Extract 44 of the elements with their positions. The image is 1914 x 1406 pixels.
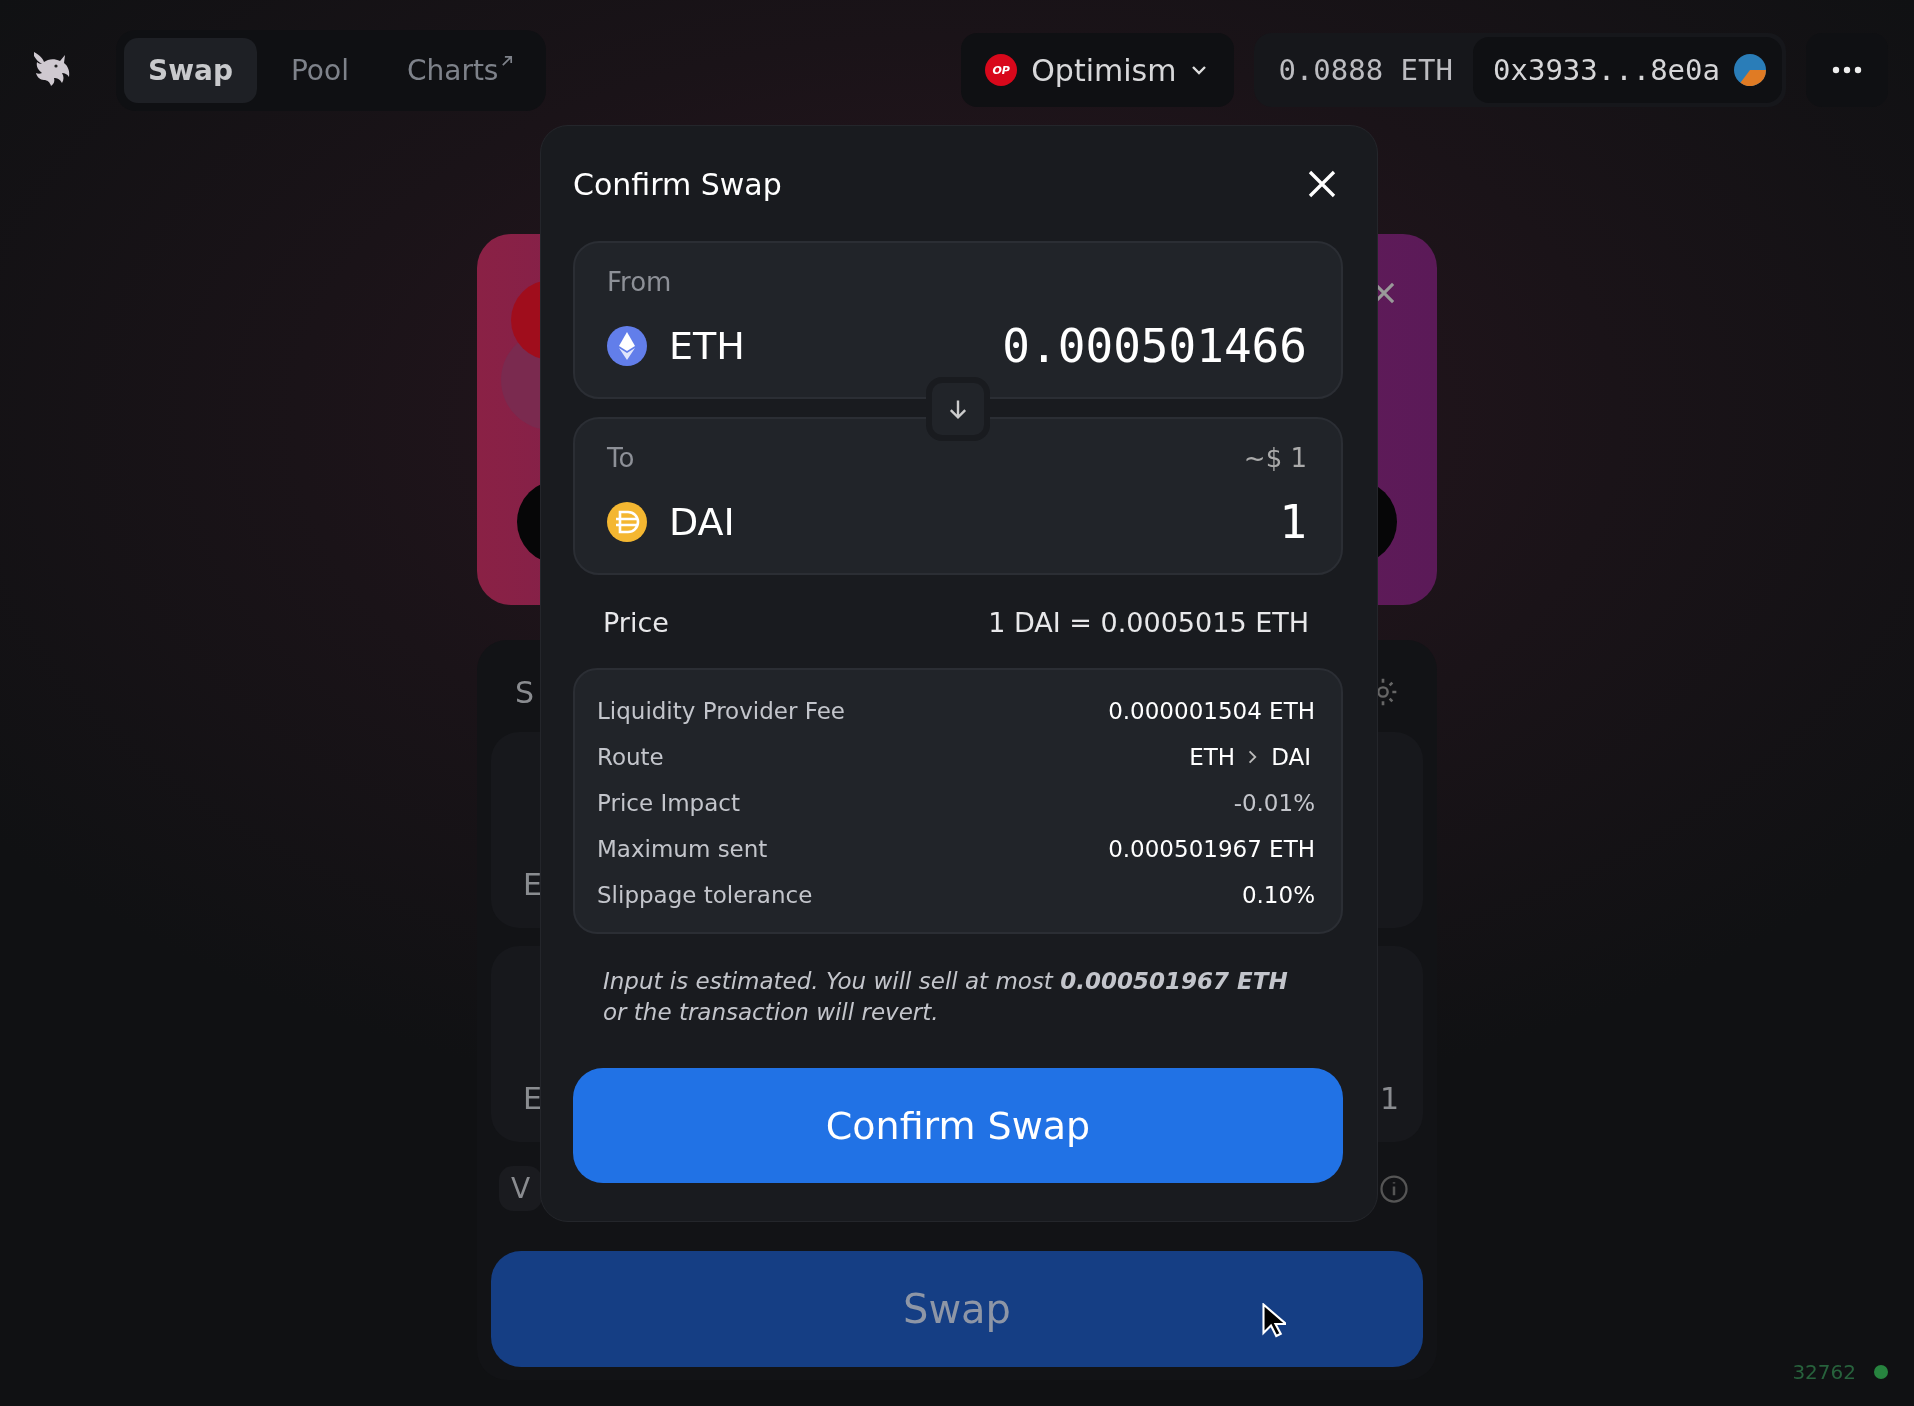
card-title: S — [515, 674, 535, 710]
nav-tab[interactable]: Pool — [267, 37, 373, 103]
detail-label: Route — [597, 744, 664, 770]
network-selector[interactable]: OP Optimism — [961, 33, 1235, 107]
token-symbol: ETH — [669, 324, 745, 368]
estimate-note: Input is estimated. You will sell at most 0.000501967 ETH or the transaction will revert. — [603, 967, 1289, 1027]
info-icon[interactable] — [1379, 1173, 1409, 1204]
panel-label: From — [607, 267, 672, 297]
avatar-icon — [1734, 54, 1766, 86]
usd-value: ~$ 1 — [1243, 443, 1307, 473]
status-dot — [1874, 1365, 1888, 1379]
token-amount: 1 — [1279, 495, 1307, 549]
route-token: ETH — [1189, 744, 1236, 770]
ethereum-icon — [607, 326, 647, 366]
detail-value: 0.000501967 ETH — [1108, 836, 1315, 862]
detail-label: Maximum sent — [597, 836, 768, 862]
detail-label: Price Impact — [597, 790, 740, 816]
detail-value: 0.000001504 ETH — [1108, 698, 1315, 724]
dai-icon — [607, 502, 647, 542]
dialog-title: Confirm Swap — [573, 166, 782, 202]
cursor-icon — [1262, 1303, 1286, 1339]
swap-button[interactable]: Swap — [491, 1251, 1423, 1367]
version-tag: V — [499, 1166, 543, 1211]
detail-value: 0.10% — [1241, 882, 1315, 908]
panel-label: To — [607, 443, 635, 473]
close-icon[interactable] — [1307, 169, 1337, 199]
detail-label: Slippage tolerance — [597, 882, 813, 908]
block-number: 32762 — [1792, 1360, 1856, 1384]
more-icon — [1832, 66, 1862, 74]
nav-tab[interactable]: Charts — [382, 37, 539, 103]
token-text: E — [523, 867, 542, 902]
token-text: E — [523, 1081, 542, 1116]
detail-value: -0.01% — [1233, 790, 1315, 816]
balance-text: 1 — [1379, 1081, 1399, 1116]
token-symbol: DAI — [669, 500, 735, 544]
price-label: Price — [603, 607, 669, 638]
price-value: 1 DAI = 0.0005015 ETH — [988, 607, 1309, 638]
balance-text: 0.0888 ETH — [1278, 53, 1453, 87]
detail-label: Liquidity Provider Fee — [597, 698, 845, 724]
route-token: DAI — [1271, 744, 1311, 770]
confirm-swap-button[interactable]: Confirm Swap — [573, 1068, 1343, 1183]
account-button[interactable]: 0x3933...8e0a — [1473, 37, 1782, 103]
token-amount: 0.000501466 — [1002, 319, 1307, 373]
nav-tab[interactable]: Swap — [124, 37, 257, 103]
